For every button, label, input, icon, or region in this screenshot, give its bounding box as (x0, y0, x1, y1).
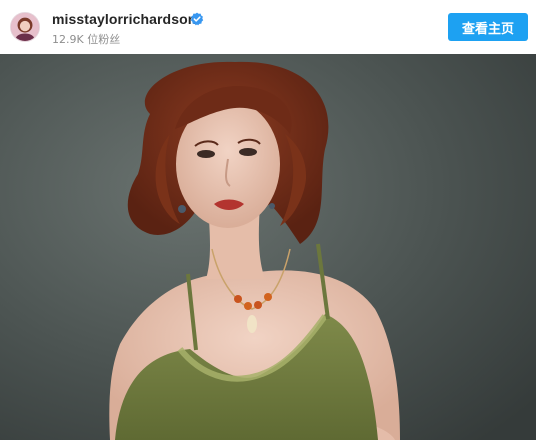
verified-badge-icon (190, 12, 204, 26)
username[interactable]: misstaylorrichardson (52, 11, 196, 27)
avatar-image (11, 13, 39, 41)
view-profile-button[interactable]: 查看主页 (448, 13, 528, 41)
avatar[interactable] (10, 12, 40, 42)
post-photo[interactable] (0, 54, 536, 440)
post-header: misstaylorrichardson 12.9K 位粉丝 查看主页 (0, 0, 536, 54)
follower-count: 12.9K 位粉丝 (52, 33, 121, 46)
portrait-image (0, 54, 536, 440)
